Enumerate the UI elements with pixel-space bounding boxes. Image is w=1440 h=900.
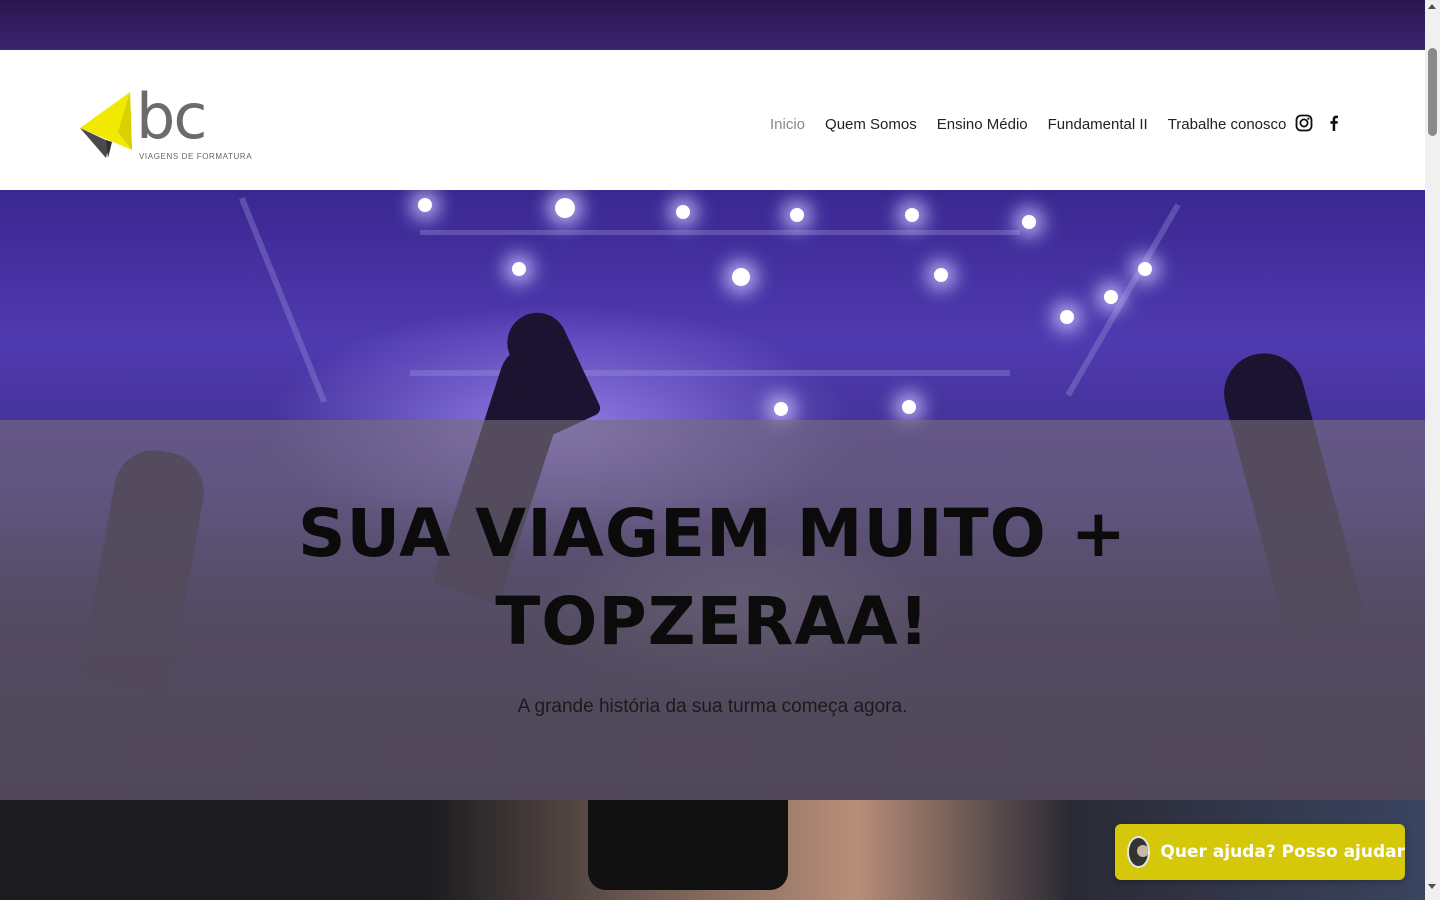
top-background-strip xyxy=(0,0,1425,50)
hero-title-line-1: SUA VIAGEM MUITO + xyxy=(297,495,1127,572)
facebook-icon[interactable] xyxy=(1325,114,1343,132)
stage-light xyxy=(905,208,919,222)
nav-item-inicio[interactable]: Inicio xyxy=(770,116,805,133)
stage-truss xyxy=(239,196,327,404)
site-logo[interactable]: bc VIAGENS DE FORMATURA xyxy=(78,82,252,165)
stage-light xyxy=(512,262,526,276)
nav-item-ensino-medio[interactable]: Ensino Médio xyxy=(937,116,1028,133)
paper-plane-logo-icon xyxy=(80,92,132,158)
stage-light xyxy=(732,268,750,286)
stage-light xyxy=(790,208,804,222)
logo-wordmark: bc xyxy=(136,80,207,153)
logo-tagline: VIAGENS DE FORMATURA xyxy=(139,152,253,161)
scrollbar-thumb[interactable] xyxy=(1428,48,1437,136)
site-header: bc VIAGENS DE FORMATURA Inicio Quem Somo… xyxy=(0,50,1425,190)
stage-light xyxy=(676,205,690,219)
stage-light xyxy=(934,268,948,282)
nav-item-fundamental-ii[interactable]: Fundamental II xyxy=(1048,116,1148,133)
nav-item-quem-somos[interactable]: Quem Somos xyxy=(825,116,917,133)
stage-truss xyxy=(1065,203,1181,397)
help-chat-button[interactable]: Quer ajuda? Posso ajudar xyxy=(1115,824,1405,880)
main-nav: Inicio Quem Somos Ensino Médio Fundament… xyxy=(770,116,1286,133)
scroll-down-arrow-icon[interactable] xyxy=(1428,884,1436,889)
stage-light xyxy=(1022,215,1036,229)
stage-light xyxy=(1060,310,1074,324)
help-chat-label: Quer ajuda? Posso ajudar xyxy=(1160,842,1405,862)
stage-truss xyxy=(420,230,1020,235)
stage-light xyxy=(418,198,432,212)
scroll-up-arrow-icon[interactable] xyxy=(1428,4,1436,9)
stage-light xyxy=(1104,290,1118,304)
stage-light xyxy=(1138,262,1152,276)
stage-light xyxy=(902,400,916,414)
chat-agent-avatar xyxy=(1127,836,1151,868)
nav-item-trabalhe-conosco[interactable]: Trabalhe conosco xyxy=(1168,116,1287,133)
phone-in-hand-image xyxy=(588,800,788,890)
hero-subtitle: A grande história da sua turma começa ag… xyxy=(517,696,908,717)
stage-light xyxy=(774,402,788,416)
page-scrollbar[interactable] xyxy=(1425,0,1440,900)
hero-title: SUA VIAGEM MUITO + TOPZERAA! xyxy=(0,490,1425,666)
stage-light xyxy=(555,198,575,218)
hero-title-line-2: TOPZERAA! xyxy=(495,583,930,660)
instagram-icon[interactable] xyxy=(1295,114,1313,132)
social-links xyxy=(1295,114,1343,132)
